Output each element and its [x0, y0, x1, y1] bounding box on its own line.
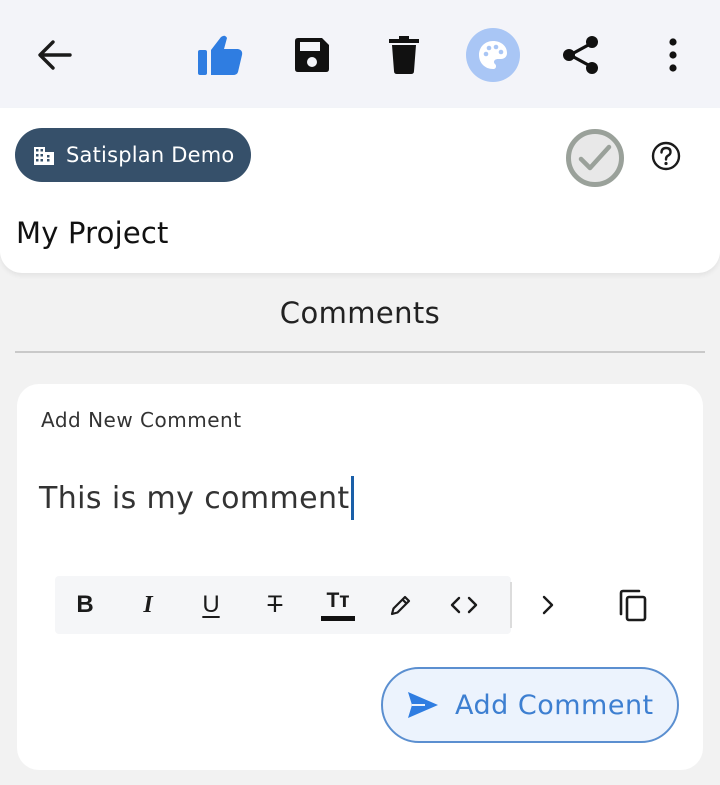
- building-icon: [34, 147, 54, 165]
- comment-input[interactable]: This is my comment: [39, 476, 354, 520]
- text-color-bar: [321, 615, 355, 621]
- share-icon[interactable]: [562, 35, 600, 75]
- comment-input-text: This is my comment: [39, 480, 350, 516]
- help-icon[interactable]: [651, 141, 681, 171]
- project-title: My Project: [16, 216, 169, 250]
- more-vert-icon[interactable]: [668, 38, 678, 72]
- copy-icon[interactable]: [618, 588, 648, 622]
- strikethrough-button[interactable]: T: [255, 585, 295, 625]
- toolbar-separator: [510, 582, 512, 628]
- divider: [15, 351, 705, 353]
- text-size-button[interactable]: Tт: [318, 585, 358, 625]
- bold-button[interactable]: B: [65, 585, 105, 625]
- add-comment-label: Add Comment: [455, 689, 654, 721]
- check-icon: [578, 144, 612, 171]
- comment-field-label: Add New Comment: [41, 408, 242, 432]
- project-header-card: Satisplan Demo My Project: [0, 108, 720, 273]
- add-comment-card: Add New Comment This is my comment B I U…: [17, 384, 703, 770]
- organization-chip-label: Satisplan Demo: [66, 143, 235, 167]
- top-toolbar: [0, 0, 720, 108]
- comments-heading: Comments: [279, 296, 441, 330]
- text-caret: [350, 476, 354, 520]
- status-check-button[interactable]: [566, 129, 624, 187]
- palette-icon[interactable]: [466, 28, 520, 82]
- chevron-right-icon[interactable]: [541, 594, 555, 616]
- save-icon[interactable]: [293, 36, 331, 74]
- formatting-toolbar: B I U T Tт: [55, 576, 511, 634]
- delete-icon[interactable]: [389, 36, 419, 74]
- pencil-icon[interactable]: [381, 585, 421, 625]
- organization-chip[interactable]: Satisplan Demo: [15, 128, 251, 182]
- back-arrow-icon[interactable]: [36, 39, 72, 71]
- italic-button[interactable]: I: [128, 585, 168, 625]
- underline-button[interactable]: U: [191, 585, 231, 625]
- thumbs-up-icon[interactable]: [197, 34, 243, 76]
- send-icon: [408, 692, 438, 718]
- code-icon[interactable]: [444, 585, 484, 625]
- add-comment-button[interactable]: Add Comment: [381, 667, 679, 743]
